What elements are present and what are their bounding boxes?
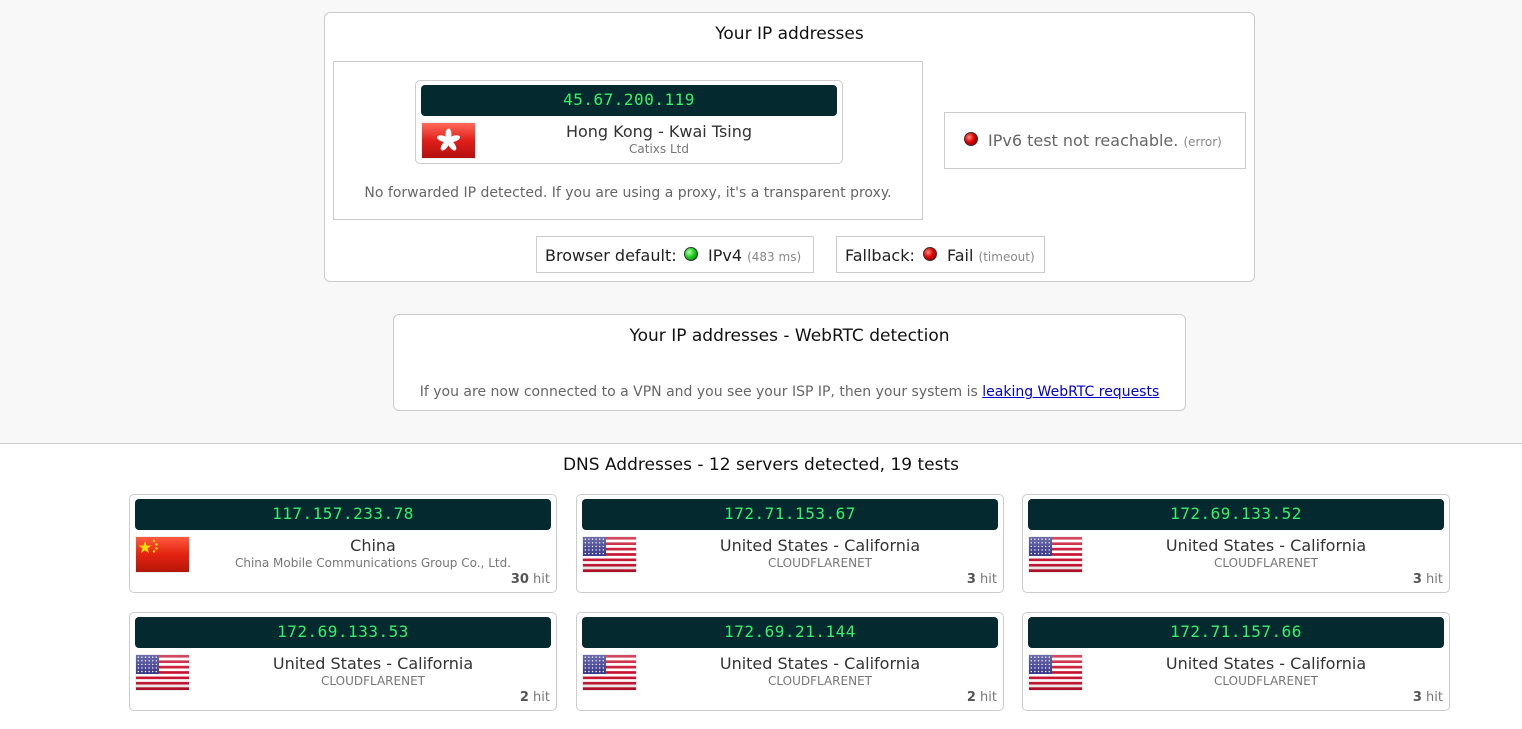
webrtc-note-text: If you are now connected to a VPN and yo… bbox=[419, 384, 978, 400]
dns-server-card: 172.71.153.67 United States - California… bbox=[576, 494, 1004, 593]
dns-hit-count: 3 hit bbox=[966, 572, 997, 587]
success-status-icon bbox=[684, 247, 698, 261]
us-flag-icon bbox=[1029, 655, 1082, 690]
hong-kong-flag-icon bbox=[422, 123, 475, 158]
dns-hit-count: 2 hit bbox=[519, 690, 550, 705]
us-flag-icon bbox=[136, 655, 189, 690]
dns-isp: CLOUDFLARENET bbox=[768, 674, 872, 688]
dns-ip-address[interactable]: 172.71.153.67 bbox=[582, 499, 998, 530]
ipv6-status-text: IPv6 test not reachable. bbox=[988, 131, 1179, 150]
ipv6-error-detail: (error) bbox=[1183, 135, 1222, 149]
dns-isp: CLOUDFLARENET bbox=[321, 674, 425, 688]
dns-location: United States - California bbox=[719, 654, 921, 673]
dns-ip-address[interactable]: 117.157.233.78 bbox=[135, 499, 551, 530]
ipv4-location: Hong Kong - Kwai Tsing bbox=[565, 122, 753, 141]
webrtc-leak-link[interactable]: leaking WebRTC requests bbox=[982, 384, 1159, 400]
webrtc-detection-panel: Your IP addresses - WebRTC detection If … bbox=[393, 314, 1186, 411]
dns-isp: CLOUDFLARENET bbox=[1214, 674, 1318, 688]
dns-location: China bbox=[350, 536, 396, 555]
ipv4-isp: Catixs Ltd bbox=[629, 142, 689, 156]
dns-server-card: 172.69.21.144 United States - California… bbox=[576, 612, 1004, 711]
ip-addresses-panel: Your IP addresses 45.67.200.119 Hong Kon… bbox=[324, 12, 1255, 282]
browser-default-protocol: IPv4 bbox=[708, 246, 743, 265]
dns-title: DNS Addresses - 12 servers detected, 19 … bbox=[562, 455, 960, 475]
us-flag-icon bbox=[1029, 537, 1082, 572]
dns-hit-count: 3 hit bbox=[1412, 572, 1443, 587]
dns-isp: CLOUDFLARENET bbox=[1214, 556, 1318, 570]
dns-ip-address[interactable]: 172.69.21.144 bbox=[582, 617, 998, 648]
forwarded-ip-note: No forwarded IP detected. If you are usi… bbox=[364, 185, 892, 201]
ip-panel-title: Your IP addresses bbox=[715, 24, 864, 44]
browser-default-label: Browser default: bbox=[545, 246, 677, 265]
dns-location: United States - California bbox=[1165, 654, 1367, 673]
ipv4-card: 45.67.200.119 Hong Kong - Kwai Tsing Cat… bbox=[415, 80, 843, 164]
dns-hit-count: 3 hit bbox=[1412, 690, 1443, 705]
ipv4-address[interactable]: 45.67.200.119 bbox=[421, 85, 837, 116]
dns-server-card: 172.69.133.52 United States - California… bbox=[1022, 494, 1450, 593]
ipv6-box: IPv6 test not reachable. (error) bbox=[944, 112, 1246, 169]
us-flag-icon bbox=[583, 655, 636, 690]
dns-isp: CLOUDFLARENET bbox=[768, 556, 872, 570]
dns-location: United States - California bbox=[1165, 536, 1367, 555]
ipv4-box: 45.67.200.119 Hong Kong - Kwai Tsing Cat… bbox=[333, 61, 923, 220]
dns-section: DNS Addresses - 12 servers detected, 19 … bbox=[0, 443, 1522, 729]
fallback-detail: (timeout) bbox=[978, 250, 1035, 264]
dns-hit-count: 2 hit bbox=[966, 690, 997, 705]
error-status-icon bbox=[923, 247, 937, 261]
webrtc-note: If you are now connected to a VPN and yo… bbox=[394, 384, 1185, 400]
webrtc-panel-title: Your IP addresses - WebRTC detection bbox=[629, 326, 950, 346]
fallback-label: Fallback: bbox=[845, 246, 915, 265]
dns-ip-address[interactable]: 172.69.133.53 bbox=[135, 617, 551, 648]
browser-default-latency: (483 ms) bbox=[747, 250, 802, 264]
us-flag-icon bbox=[583, 537, 636, 572]
fallback-result: Fail bbox=[947, 246, 974, 265]
dns-hit-count: 30 hit bbox=[510, 572, 550, 587]
fallback-status: Fallback: Fail (timeout) bbox=[836, 236, 1045, 273]
dns-server-card: 117.157.233.78 China China Mobile Commun… bbox=[129, 494, 557, 593]
dns-ip-address[interactable]: 172.71.157.66 bbox=[1028, 617, 1444, 648]
dns-isp: China Mobile Communications Group Co., L… bbox=[234, 556, 512, 570]
dns-server-card: 172.71.157.66 United States - California… bbox=[1022, 612, 1450, 711]
browser-default-status: Browser default: IPv4 (483 ms) bbox=[536, 236, 814, 273]
dns-server-card: 172.69.133.53 United States - California… bbox=[129, 612, 557, 711]
china-flag-icon bbox=[136, 537, 189, 572]
error-status-icon bbox=[964, 132, 978, 146]
dns-location: United States - California bbox=[719, 536, 921, 555]
dns-location: United States - California bbox=[272, 654, 474, 673]
dns-ip-address[interactable]: 172.69.133.52 bbox=[1028, 499, 1444, 530]
